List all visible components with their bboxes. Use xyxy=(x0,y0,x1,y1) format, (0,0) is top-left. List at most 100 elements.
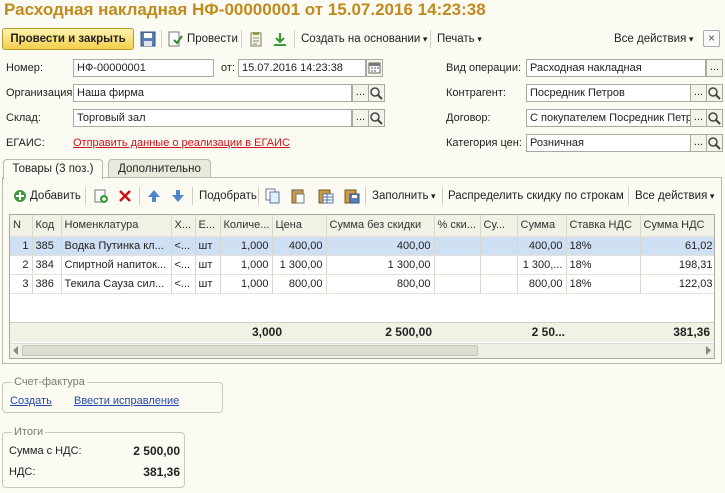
cell-char[interactable]: <... xyxy=(171,274,196,294)
col-header-vat-sum[interactable]: Сумма НДС xyxy=(640,215,714,237)
counterparty-field[interactable]: Посредник Петров xyxy=(526,84,692,102)
copy-row-icon[interactable] xyxy=(93,188,109,204)
cell-vat-sum[interactable]: 122,03 xyxy=(640,274,714,294)
col-header-discount-pct[interactable]: % ски... xyxy=(434,215,481,237)
scroll-left-icon[interactable] xyxy=(11,345,21,356)
cell-name[interactable]: Водка Путинка кл... xyxy=(61,236,172,256)
cell-sum[interactable]: 400,00 xyxy=(517,236,567,256)
col-header-name[interactable]: Номенклатура xyxy=(61,215,172,237)
cell-discount-pct[interactable] xyxy=(434,255,481,275)
cell-sum-no-discount[interactable]: 1 300,00 xyxy=(326,255,435,275)
cell-sum-no-discount[interactable]: 800,00 xyxy=(326,274,435,294)
cell-vat-sum[interactable]: 61,02 xyxy=(640,236,714,256)
contract-search-icon[interactable] xyxy=(706,109,723,127)
tab-additional[interactable]: Дополнительно xyxy=(108,159,211,178)
report-icon[interactable] xyxy=(248,31,264,47)
table-row[interactable]: 3 386 Текила Сауза сил... <... шт 1,000 … xyxy=(10,274,714,294)
cell-char[interactable]: <... xyxy=(171,255,196,275)
cell-unit[interactable]: шт xyxy=(195,274,221,294)
warehouse-select-button[interactable]: ... xyxy=(352,109,369,127)
tab-goods[interactable]: Товары (3 поз.) xyxy=(3,159,103,179)
cell-qty[interactable]: 1,000 xyxy=(220,236,273,256)
warehouse-field[interactable]: Торговый зал xyxy=(73,109,352,127)
save-table-icon[interactable] xyxy=(344,188,360,204)
cell-discount-pct[interactable] xyxy=(434,236,481,256)
cell-code[interactable]: 385 xyxy=(32,236,62,256)
egais-send-link[interactable]: Отправить данные о реализации в ЕГАИС xyxy=(73,137,290,149)
cell-price[interactable]: 400,00 xyxy=(272,236,327,256)
cell-n[interactable]: 3 xyxy=(10,274,33,294)
col-header-price[interactable]: Цена xyxy=(272,215,327,237)
cell-qty[interactable]: 1,000 xyxy=(220,255,273,275)
scrollbar-thumb[interactable] xyxy=(22,345,478,356)
operation-field[interactable]: Расходная накладная xyxy=(526,59,706,77)
copy-icon[interactable] xyxy=(265,188,281,204)
cell-discount-pct[interactable] xyxy=(434,274,481,294)
warehouse-search-icon[interactable] xyxy=(368,109,385,127)
cell-sum-no-discount[interactable]: 400,00 xyxy=(326,236,435,256)
contract-field[interactable]: С покупателем Посредник Петров xyxy=(526,109,692,127)
delete-icon[interactable] xyxy=(117,188,133,204)
cell-unit[interactable]: шт xyxy=(195,255,221,275)
counterparty-select-button[interactable]: ... xyxy=(690,84,707,102)
close-icon[interactable]: × xyxy=(703,30,720,47)
download-arrow-icon[interactable] xyxy=(272,31,288,47)
cell-discount-sum[interactable] xyxy=(480,255,518,275)
contract-select-button[interactable]: ... xyxy=(690,109,707,127)
col-header-char[interactable]: Х... xyxy=(171,215,196,237)
distribute-discount-button[interactable]: Распределить скидку по строкам xyxy=(448,190,624,202)
col-header-discount-sum[interactable]: Су... xyxy=(480,215,518,237)
col-header-code[interactable]: Код xyxy=(32,215,62,237)
scroll-right-icon[interactable] xyxy=(703,345,713,356)
col-header-sum[interactable]: Сумма xyxy=(517,215,567,237)
cell-code[interactable]: 386 xyxy=(32,274,62,294)
table-row[interactable]: 1 385 Водка Путинка кл... <... шт 1,000 … xyxy=(10,236,714,256)
cell-name[interactable]: Текила Сауза сил... xyxy=(61,274,172,294)
table-all-actions-menu[interactable]: Все действия xyxy=(635,190,714,202)
cell-price[interactable]: 1 300,00 xyxy=(272,255,327,275)
cell-price[interactable]: 800,00 xyxy=(272,274,327,294)
organization-search-icon[interactable] xyxy=(368,84,385,102)
add-button[interactable]: Добавить xyxy=(30,190,81,202)
paste-table-icon[interactable] xyxy=(318,188,334,204)
invoice-create-link[interactable]: Создать xyxy=(10,395,52,407)
cell-code[interactable]: 384 xyxy=(32,255,62,275)
cell-vat-rate[interactable]: 18% xyxy=(566,236,641,256)
organization-select-button[interactable]: ... xyxy=(352,84,369,102)
cell-discount-sum[interactable] xyxy=(480,274,518,294)
move-up-icon[interactable] xyxy=(146,188,162,204)
organization-field[interactable]: Наша фирма xyxy=(73,84,352,102)
cell-qty[interactable]: 1,000 xyxy=(220,274,273,294)
add-icon[interactable] xyxy=(12,188,28,204)
cell-name[interactable]: Спиртной напиток... xyxy=(61,255,172,275)
create-based-on-menu[interactable]: Создать на основании xyxy=(301,33,427,45)
number-field[interactable]: НФ-00000001 xyxy=(73,59,214,77)
cell-sum[interactable]: 800,00 xyxy=(517,274,567,294)
invoice-correction-link[interactable]: Ввести исправление xyxy=(74,395,179,407)
post-document-icon[interactable] xyxy=(167,31,183,47)
price-category-select-button[interactable]: ... xyxy=(690,134,707,152)
move-down-icon[interactable] xyxy=(170,188,186,204)
fill-menu[interactable]: Заполнить xyxy=(372,190,436,202)
paste-icon[interactable] xyxy=(290,188,306,204)
calendar-icon[interactable] xyxy=(366,59,383,77)
post-button[interactable]: Провести xyxy=(187,33,238,45)
col-header-n[interactable]: N xyxy=(10,215,33,237)
save-icon[interactable] xyxy=(140,31,156,47)
price-category-search-icon[interactable] xyxy=(706,134,723,152)
col-header-vat-rate[interactable]: Ставка НДС xyxy=(566,215,641,237)
date-field[interactable]: 15.07.2016 14:23:38 xyxy=(238,59,366,77)
cell-vat-sum[interactable]: 198,31 xyxy=(640,255,714,275)
post-and-close-button[interactable]: Провести и закрыть xyxy=(2,28,134,50)
price-category-field[interactable]: Розничная xyxy=(526,134,692,152)
print-menu[interactable]: Печать xyxy=(437,33,482,45)
all-actions-menu[interactable]: Все действия xyxy=(614,33,693,45)
operation-select-button[interactable]: ... xyxy=(706,59,723,77)
cell-vat-rate[interactable]: 18% xyxy=(566,274,641,294)
cell-n[interactable]: 1 xyxy=(10,236,33,256)
col-header-qty[interactable]: Количе... xyxy=(220,215,273,237)
cell-sum[interactable]: 1 300,... xyxy=(517,255,567,275)
pick-button[interactable]: Подобрать xyxy=(199,190,257,202)
col-header-sum-no-discount[interactable]: Сумма без скидки xyxy=(326,215,435,237)
cell-discount-sum[interactable] xyxy=(480,236,518,256)
